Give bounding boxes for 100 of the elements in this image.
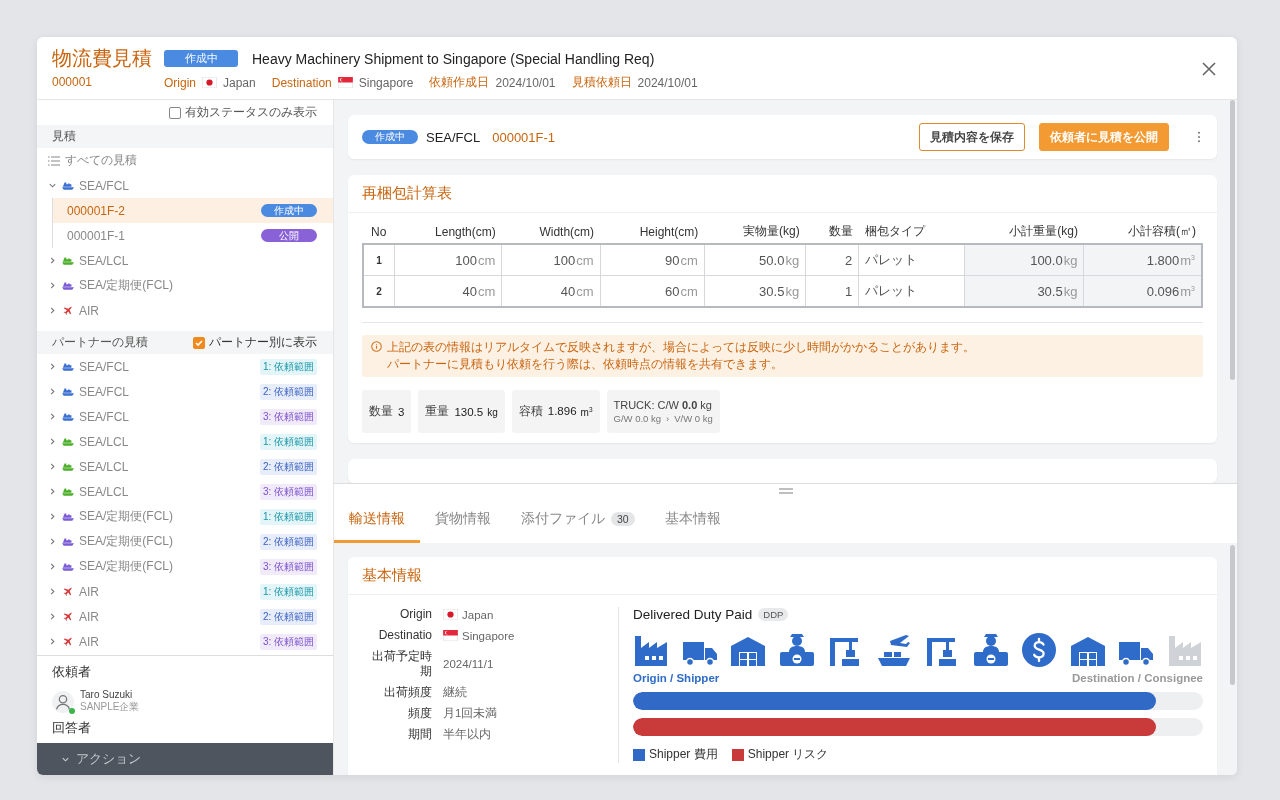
chevron-right-icon[interactable] xyxy=(48,562,57,571)
scope-tag: 2: 依頼範囲 xyxy=(259,383,317,400)
partner-quote-item[interactable]: SEA/FCL xyxy=(79,359,129,374)
partner-quote-item[interactable]: AIR xyxy=(79,634,99,649)
scrollbar[interactable] xyxy=(1230,545,1235,685)
partner-quote-item[interactable]: AIR xyxy=(79,584,99,599)
summary-label: 数量 xyxy=(369,404,393,419)
table-cell[interactable]: パレット xyxy=(858,244,965,276)
table-cell[interactable]: 100cm xyxy=(394,244,502,276)
partner-quote-item[interactable]: SEA/FCL xyxy=(79,384,129,399)
notice-text: パートナーに見積もり依頼を行う際は、依頼時点の情報を共有できます。 xyxy=(387,356,784,373)
estimate-id: 000001F-1 xyxy=(67,228,126,243)
truck-chargeable-weight: TRUCK: C/W 0.0 kg xyxy=(613,399,712,411)
avatar-icon xyxy=(52,690,74,713)
action-bar[interactable]: アクション xyxy=(37,743,333,775)
table-cell: 100.0kg xyxy=(964,244,1084,276)
meta-value: 2024/10/01 xyxy=(637,75,698,90)
chevron-right-icon[interactable] xyxy=(48,612,57,621)
quote-id: 000001F-1 xyxy=(492,129,556,145)
table-cell[interactable]: 90cm xyxy=(600,244,705,276)
volume-weight: V/W 0 kg xyxy=(674,413,713,424)
partner-quote-item[interactable]: SEA/定期便(FCL) xyxy=(79,533,173,550)
partner-quote-item[interactable]: SEA/LCL xyxy=(79,484,129,499)
chevron-right-icon[interactable] xyxy=(48,256,57,265)
gross-weight: G/W 0.0 kg xyxy=(613,413,661,424)
company-name: SANPLE企業 xyxy=(80,700,140,714)
scope-tag: 1: 依頼範囲 xyxy=(259,508,317,525)
partner-quote-item[interactable]: SEA/定期便(FCL) xyxy=(79,508,173,525)
chevron-right-icon[interactable] xyxy=(48,281,57,290)
scope-tag: 3: 依頼範囲 xyxy=(259,633,317,650)
estimate-item[interactable]: 000001F-2 作成中 xyxy=(53,198,333,223)
tab[interactable]: 貨物情報 xyxy=(420,498,506,543)
scrollbar[interactable] xyxy=(1230,100,1235,380)
tab[interactable]: 添付ファイル 30 xyxy=(506,498,650,543)
scope-tag: 2: 依頼範囲 xyxy=(259,608,317,625)
chevron-down-icon[interactable] xyxy=(48,181,57,190)
chevron-right-icon[interactable] xyxy=(48,587,57,596)
chevron-right-icon[interactable] xyxy=(48,437,57,446)
publish-button[interactable]: 依頼者に見積を公開 xyxy=(1039,123,1169,151)
table-cell[interactable]: 2 xyxy=(805,244,859,276)
scope-tag: 2: 依頼範囲 xyxy=(259,533,317,550)
meta-value: 2024/10/01 xyxy=(495,75,556,90)
status-badge: 公開 xyxy=(261,229,317,242)
column-header: 数量 xyxy=(805,223,859,244)
status-filter-checkbox[interactable]: 有効ステータスのみ表示 xyxy=(169,105,317,120)
field-value: 継続 xyxy=(443,685,467,700)
mode-group[interactable]: SEA/FCL xyxy=(79,178,129,193)
summary-label: 重量 xyxy=(425,404,450,419)
estimate-id: 000001F-2 xyxy=(67,203,126,218)
partner-quote-item[interactable]: SEA/LCL xyxy=(79,459,129,474)
scope-tag: 3: 依頼範囲 xyxy=(259,558,317,575)
partner-toggle-checkbox[interactable]: パートナー別に表示 xyxy=(193,335,317,350)
save-button[interactable]: 見積内容を保存 xyxy=(919,123,1025,151)
person-name: Taro Suzuki xyxy=(80,689,134,700)
partner-quote-item[interactable]: AIR xyxy=(79,609,99,624)
scope-tag: 2: 依頼範囲 xyxy=(259,458,317,475)
scope-tag: 1: 依頼範囲 xyxy=(259,433,317,450)
responder-heading: 回答者 xyxy=(52,720,92,737)
chevron-right-icon[interactable] xyxy=(48,537,57,546)
scope-tag: 1: 依頼範囲 xyxy=(259,583,317,600)
column-header: Length(cm) xyxy=(394,223,502,244)
field-label: 頻度 xyxy=(407,706,432,721)
field-value: 2024/11/1 xyxy=(443,658,494,670)
column-header: 梱包タイプ xyxy=(858,223,965,244)
chevron-right-icon[interactable] xyxy=(48,637,57,646)
incoterm-title: Delivered Duty Paid xyxy=(633,607,753,622)
legend-label: Shipper 費用 xyxy=(649,746,718,763)
meta-value: Japan xyxy=(223,75,256,90)
partner-quote-item[interactable]: SEA/FCL xyxy=(79,409,129,424)
tab[interactable]: 輸送情報 xyxy=(334,498,420,543)
mode-group[interactable]: SEA/LCL xyxy=(79,253,129,268)
table-cell[interactable]: 50.0kg xyxy=(704,244,806,276)
status-badge: 作成中 xyxy=(164,50,238,67)
column-header: Height(cm) xyxy=(600,223,705,244)
chevron-right-icon[interactable] xyxy=(48,412,57,421)
chevron-right-icon[interactable] xyxy=(48,487,57,496)
card-title: 基本情報 xyxy=(348,557,1217,595)
field-value: 月1回未満 xyxy=(443,706,498,721)
chevron-right-icon[interactable] xyxy=(48,362,57,371)
column-header: No xyxy=(363,223,395,244)
table-cell[interactable]: 100cm xyxy=(501,244,601,276)
summary-label: 容積 xyxy=(518,404,543,419)
chevron-right-icon[interactable] xyxy=(48,462,57,471)
mode-group[interactable]: AIR xyxy=(79,303,99,318)
chevron-right-icon[interactable] xyxy=(48,512,57,521)
all-estimates-item[interactable]: すべての見積 xyxy=(65,152,137,169)
estimate-item[interactable]: 000001F-1 公開 xyxy=(53,223,333,248)
incoterm-code: DDP xyxy=(758,608,789,621)
resize-handle[interactable] xyxy=(778,488,793,494)
partner-quote-item[interactable]: SEA/定期便(FCL) xyxy=(79,558,173,575)
partner-quote-item[interactable]: SEA/LCL xyxy=(79,434,129,449)
more-icon[interactable] xyxy=(1197,131,1201,143)
chevron-right-icon[interactable] xyxy=(48,306,57,315)
singapore-flag-icon xyxy=(443,630,458,641)
scope-tag: 1: 依頼範囲 xyxy=(259,358,317,375)
chevron-right-icon[interactable] xyxy=(48,387,57,396)
column-header: 実物量(kg) xyxy=(704,223,806,244)
mode-group[interactable]: SEA/定期便(FCL) xyxy=(79,277,173,294)
tab[interactable]: 基本情報 xyxy=(649,498,736,543)
field-label: 期間 xyxy=(407,727,432,742)
